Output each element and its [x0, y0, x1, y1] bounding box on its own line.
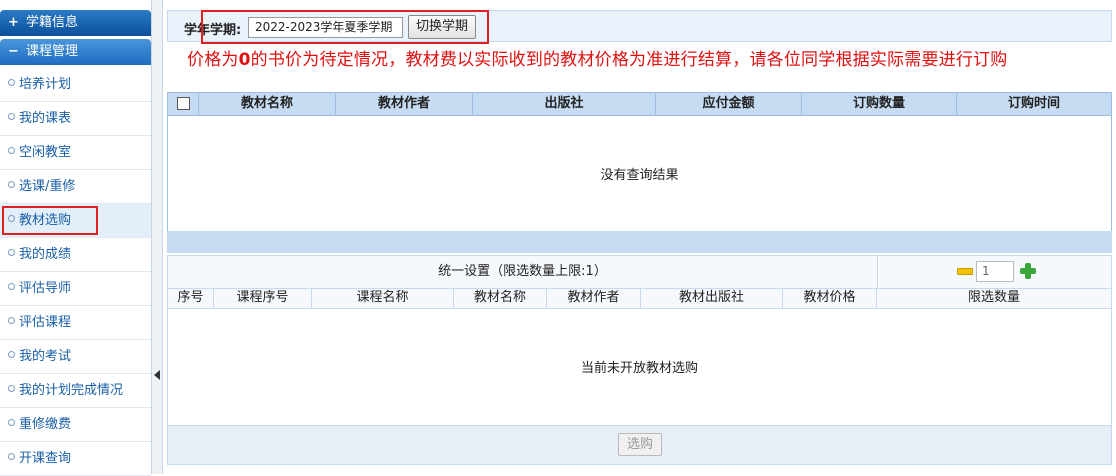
sidebar-splitter[interactable]: [151, 0, 163, 474]
empty-message: 没有查询结果: [600, 168, 679, 183]
sidebar-item-my-schedule[interactable]: 我的课表: [0, 102, 151, 136]
col-amount[interactable]: 应付金额: [656, 93, 802, 115]
collapse-icon: −: [8, 44, 19, 59]
col-textbook-publisher: 教材出版社: [641, 289, 783, 308]
separator-band: [167, 231, 1112, 253]
plus-icon[interactable]: [1020, 263, 1036, 279]
sidebar-item-label: 评估课程: [19, 315, 72, 330]
highlight-box: [2, 206, 98, 235]
bullet-icon: [8, 79, 15, 86]
expand-icon: +: [8, 15, 19, 30]
col-textbook-name: 教材名称: [454, 289, 547, 308]
section-label: 学籍信息: [26, 15, 79, 30]
col-course-no: 课程序号: [214, 289, 312, 308]
sidebar-item-course-selection[interactable]: 选课/重修: [0, 170, 151, 204]
bullet-icon: [8, 317, 15, 324]
sidebar-item-label: 我的成绩: [19, 247, 72, 262]
sidebar-item-free-classroom[interactable]: 空闲教室: [0, 136, 151, 170]
notice-text: 的书价为待定情况，教材费以实际收到的教材价格为准进行结算，请各位同学根据实际需要…: [250, 50, 1008, 70]
main-content: 学年学期: 2022-2023学年夏季学期 切换学期 价格为0的书价为待定情况，…: [167, 10, 1112, 474]
bullet-icon: [8, 385, 15, 392]
section-course-management[interactable]: − 课程管理: [0, 39, 151, 65]
order-table-header: 教材名称 教材作者 出版社 应付金额 订购数量 订购时间: [168, 93, 1111, 116]
col-textbook-author[interactable]: 教材作者: [336, 93, 473, 115]
col-order-qty[interactable]: 订购数量: [802, 93, 957, 115]
sidebar-item-evaluate-advisor[interactable]: 评估导师: [0, 272, 151, 306]
sidebar-item-course-query[interactable]: 开课查询: [0, 442, 151, 476]
sidebar-item-label: 空闲教室: [19, 145, 72, 160]
quantity-stepper: 1: [878, 256, 1111, 288]
bullet-icon: [8, 283, 15, 290]
sidebar-item-label: 我的考试: [19, 349, 72, 364]
unified-setting-label: 统一设置（限选数量上限:1）: [168, 256, 878, 288]
minus-icon[interactable]: [957, 268, 973, 275]
sidebar-item-evaluate-course[interactable]: 评估课程: [0, 306, 151, 340]
course-table: 统一设置（限选数量上限:1） 1 序号 课程序号 课程名称 教材名称 教材作者 …: [167, 255, 1112, 435]
bullet-icon: [8, 215, 15, 222]
order-table: 教材名称 教材作者 出版社 应付金额 订购数量 订购时间 没有查询结果: [167, 92, 1112, 232]
price-notice: 价格为0的书价为待定情况，教材费以实际收到的教材价格为准进行结算，请各位同学根据…: [187, 45, 1007, 70]
footer-bar: 选购: [167, 425, 1112, 465]
sidebar-item-label: 开课查询: [19, 451, 72, 466]
col-order-time[interactable]: 订购时间: [957, 93, 1111, 115]
bullet-icon: [8, 419, 15, 426]
select-all-cell: [168, 93, 199, 115]
course-table-empty: 当前未开放教材选购: [168, 309, 1111, 424]
sidebar-item-label: 我的计划完成情况: [19, 383, 124, 398]
sidebar: + 学籍信息 − 课程管理 培养计划 我的课表 空闲教室 选课/重修 教材选购 我的…: [0, 10, 151, 476]
section-label: 课程管理: [26, 44, 79, 59]
col-textbook-name[interactable]: 教材名称: [199, 93, 336, 115]
bullet-icon: [8, 453, 15, 460]
order-table-empty: 没有查询结果: [168, 116, 1111, 231]
sidebar-item-label: 选课/重修: [19, 179, 76, 194]
col-textbook-price: 教材价格: [783, 289, 877, 308]
col-publisher[interactable]: 出版社: [473, 93, 656, 115]
bullet-icon: [8, 351, 15, 358]
purchase-button[interactable]: 选购: [618, 433, 662, 456]
section-student-info[interactable]: + 学籍信息: [0, 10, 151, 36]
sidebar-item-retake-payment[interactable]: 重修缴费: [0, 408, 151, 442]
sidebar-item-label: 重修缴费: [19, 417, 72, 432]
col-limit-qty: 限选数量: [967, 290, 1020, 305]
sidebar-item-my-grades[interactable]: 我的成绩: [0, 238, 151, 272]
sidebar-item-textbook-purchase[interactable]: 教材选购: [0, 204, 151, 238]
select-all-checkbox[interactable]: [176, 97, 190, 110]
notice-prefix: 价格为: [187, 50, 239, 70]
notice-bold: 0: [238, 50, 251, 70]
bullet-icon: [8, 147, 15, 154]
empty-message: 当前未开放教材选购: [580, 361, 698, 376]
col-index: 序号: [168, 289, 214, 308]
sidebar-item-my-exams[interactable]: 我的考试: [0, 340, 151, 374]
col-course-name: 课程名称: [312, 289, 454, 308]
sidebar-item-training-plan[interactable]: 培养计划: [0, 68, 151, 102]
unified-setting-row: 统一设置（限选数量上限:1） 1: [168, 256, 1111, 289]
sidebar-item-label: 评估导师: [19, 281, 72, 296]
bullet-icon: [8, 181, 15, 188]
sidebar-item-label: 我的课表: [19, 111, 72, 126]
quantity-input[interactable]: 1: [976, 261, 1014, 282]
bullet-icon: [8, 113, 15, 120]
sidebar-item-label: 培养计划: [19, 77, 72, 92]
col-textbook-author: 教材作者: [547, 289, 641, 308]
sidebar-item-plan-completion[interactable]: 我的计划完成情况: [0, 374, 151, 408]
collapse-arrow-icon[interactable]: [154, 370, 160, 380]
bullet-icon: [8, 249, 15, 256]
course-table-header: 序号 课程序号 课程名称 教材名称 教材作者 教材出版社 教材价格 限选数量: [168, 289, 1111, 309]
highlight-box: [201, 10, 489, 44]
